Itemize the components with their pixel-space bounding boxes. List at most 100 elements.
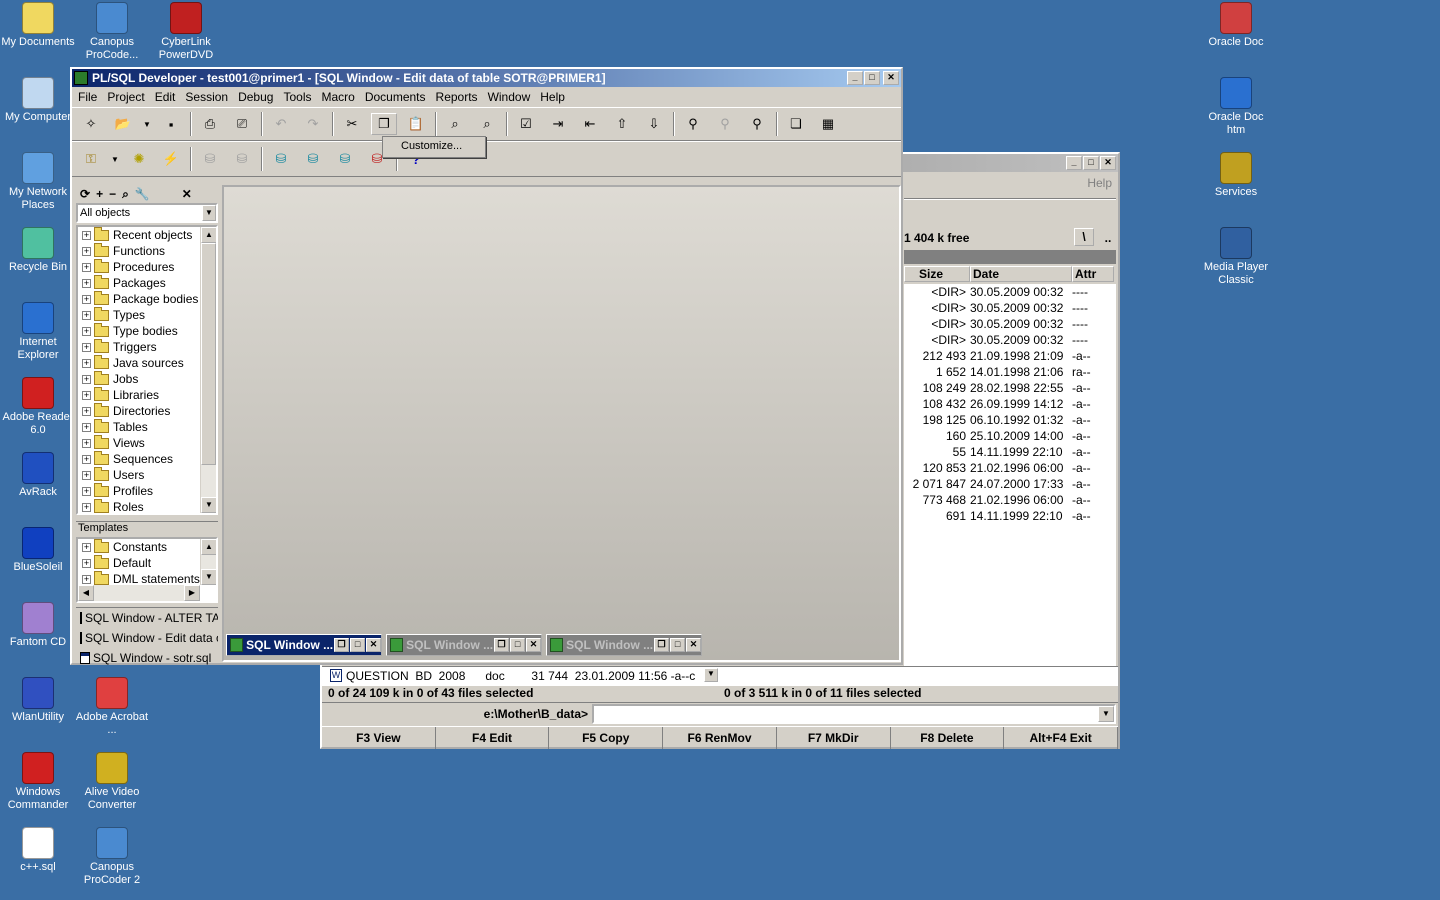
undo-icon[interactable]: ↶: [268, 113, 294, 135]
tree-node[interactable]: + Types: [78, 306, 216, 323]
expand-icon[interactable]: +: [82, 342, 91, 352]
tree-node[interactable]: + Roles: [78, 498, 216, 513]
fkey-button[interactable]: F4 Edit: [436, 727, 550, 749]
maximize-icon[interactable]: □: [350, 638, 366, 652]
object-tree[interactable]: + Recent objects + Functions + Procedures + Pac…: [76, 225, 218, 515]
break-icon[interactable]: ⚡: [158, 148, 184, 170]
uppercase-icon[interactable]: ⇧: [609, 113, 635, 135]
commander-menu-help[interactable]: Help: [1087, 176, 1112, 190]
query-builder-icon[interactable]: ⚲: [680, 113, 706, 135]
expand-icon[interactable]: +: [82, 438, 91, 448]
fkey-button[interactable]: F3 View: [322, 727, 436, 749]
cut-icon[interactable]: ✂: [339, 113, 365, 135]
window-list-item[interactable]: SQL Window - sotr.sql: [76, 648, 218, 668]
file-row[interactable]: 212 493 21.09.1998 21:09 -a--: [904, 348, 1116, 364]
file-row[interactable]: 2 071 847 24.07.2000 17:33 -a--: [904, 476, 1116, 492]
expand-icon[interactable]: +: [82, 326, 91, 336]
file-row[interactable]: <DIR> 30.05.2009 00:32 ----: [904, 300, 1116, 316]
tree-node[interactable]: + Triggers: [78, 338, 216, 355]
expand-icon[interactable]: +: [82, 542, 91, 552]
select-all-icon[interactable]: ☑: [513, 113, 539, 135]
tree-node[interactable]: + Functions: [78, 242, 216, 259]
file-row[interactable]: 1 652 14.01.1998 21:06 ra--: [904, 364, 1116, 380]
desktop-icon-16[interactable]: Canopus ProCoder 2: [74, 827, 150, 887]
sql-window-icon[interactable]: ⛁: [300, 148, 326, 170]
column-size[interactable]: Size: [904, 266, 970, 282]
desktop-icon-2[interactable]: CyberLink PowerDVD: [148, 2, 224, 62]
commit-icon[interactable]: ⛁: [197, 148, 223, 170]
desktop-icon-12[interactable]: Adobe Acrobat ...: [74, 677, 150, 737]
expand-icon[interactable]: +: [82, 470, 91, 480]
file-row[interactable]: 691 14.11.1999 22:10 -a--: [904, 508, 1116, 524]
object-filter-select[interactable]: All objects ▼: [76, 203, 218, 223]
desktop-icon-9[interactable]: BlueSoleil: [0, 527, 76, 574]
tree-node[interactable]: + Type bodies: [78, 322, 216, 339]
find-icon[interactable]: ⌕: [442, 113, 468, 135]
expand-icon[interactable]: +: [82, 390, 91, 400]
tree-node[interactable]: + Directories: [78, 402, 216, 419]
print-preview-icon[interactable]: ⎚: [229, 113, 255, 135]
menu-help[interactable]: Help: [540, 90, 565, 104]
scroll-left-icon[interactable]: ◀: [78, 585, 94, 601]
expand-icon[interactable]: +: [82, 246, 91, 256]
file-row[interactable]: 108 249 28.02.1998 22:55 -a--: [904, 380, 1116, 396]
parent-dir-button[interactable]: ..: [1100, 228, 1116, 248]
expand-icon[interactable]: +: [82, 358, 91, 368]
desktop-icon-right-3[interactable]: Media Player Classic: [1198, 227, 1274, 287]
column-date[interactable]: Date: [970, 266, 1072, 282]
tree-node[interactable]: + Jobs: [78, 370, 216, 387]
tree-node[interactable]: + Procedures: [78, 258, 216, 275]
redo-icon[interactable]: ↷: [300, 113, 326, 135]
unindent-icon[interactable]: ⇤: [577, 113, 603, 135]
horizontal-scrollbar[interactable]: ◀ ▶: [78, 585, 200, 601]
chevron-down-icon[interactable]: ▼: [1098, 706, 1114, 722]
tile-windows-icon[interactable]: ▦: [815, 113, 841, 135]
menu-project[interactable]: Project: [107, 90, 144, 104]
file-row[interactable]: 55 14.11.1999 22:10 -a--: [904, 444, 1116, 460]
mdi-client-area[interactable]: SQL Window ... ❐ □ ✕ SQL Window ... ❐ □ ✕ SQL Wi…: [222, 185, 901, 662]
close-icon[interactable]: ✕: [686, 638, 702, 652]
menu-file[interactable]: File: [78, 90, 97, 104]
tree-node[interactable]: + Recent objects: [78, 227, 216, 243]
close-icon[interactable]: ✕: [366, 638, 382, 652]
file-column-headers[interactable]: Size Date Attr: [904, 266, 1116, 282]
expand-icon[interactable]: +: [82, 374, 91, 384]
close-icon[interactable]: ✕: [883, 71, 899, 85]
expand-icon[interactable]: +: [82, 454, 91, 464]
wrench-icon[interactable]: 🔧: [135, 187, 150, 201]
remove-icon[interactable]: −: [109, 187, 116, 201]
file-row[interactable]: 120 853 21.02.1996 06:00 -a--: [904, 460, 1116, 476]
menu-edit[interactable]: Edit: [155, 90, 176, 104]
cascade-windows-icon[interactable]: ❏: [783, 113, 809, 135]
copy-icon[interactable]: ❐: [371, 113, 397, 135]
expand-icon[interactable]: +: [82, 422, 91, 432]
scroll-right-icon[interactable]: ▶: [184, 585, 200, 601]
scroll-up-icon[interactable]: ▲: [201, 227, 216, 243]
expand-icon[interactable]: +: [82, 294, 91, 304]
scroll-up-icon[interactable]: ▲: [201, 539, 216, 555]
current-file-row[interactable]: W QUESTION BD 2008 doc 31 744 23.01.2009…: [322, 666, 1118, 686]
expand-icon[interactable]: +: [82, 558, 91, 568]
close-icon[interactable]: ✕: [182, 187, 192, 201]
menu-reports[interactable]: Reports: [436, 90, 478, 104]
file-list[interactable]: <DIR> 30.05.2009 00:32 ---- <DIR> 30.05.2009…: [904, 284, 1116, 676]
recall-icon[interactable]: ⚲: [712, 113, 738, 135]
find-next-icon[interactable]: ⌕: [474, 113, 500, 135]
close-icon[interactable]: ✕: [526, 638, 542, 652]
chevron-down-icon[interactable]: ▼: [202, 205, 216, 221]
key-icon[interactable]: ⚿: [78, 148, 104, 170]
window-tab[interactable]: SQL Window ... ❐ □ ✕: [386, 634, 542, 656]
tree-node[interactable]: + Java sources: [78, 354, 216, 371]
window-list-item[interactable]: SQL Window - Edit data of: [76, 628, 218, 648]
tree-node[interactable]: + Tables: [78, 418, 216, 435]
file-row[interactable]: 773 468 21.02.1996 06:00 -a--: [904, 492, 1116, 508]
tree-node[interactable]: + Libraries: [78, 386, 216, 403]
minimize-icon[interactable]: _: [847, 71, 863, 85]
desktop-icon-0[interactable]: My Documents: [0, 2, 76, 49]
close-icon[interactable]: ✕: [1100, 156, 1116, 170]
menu-macro[interactable]: Macro: [321, 90, 354, 104]
desktop-icon-13[interactable]: Windows Commander: [0, 752, 76, 812]
window-tab[interactable]: SQL Window ... ❐ □ ✕: [226, 634, 382, 656]
save-icon[interactable]: ▪: [158, 113, 184, 135]
maximize-icon[interactable]: □: [510, 638, 526, 652]
